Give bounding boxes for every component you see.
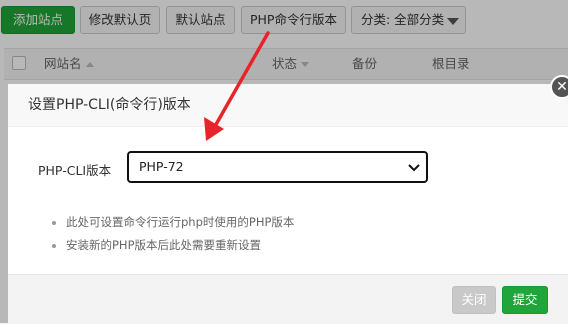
annotation-arrow bbox=[204, 31, 270, 141]
